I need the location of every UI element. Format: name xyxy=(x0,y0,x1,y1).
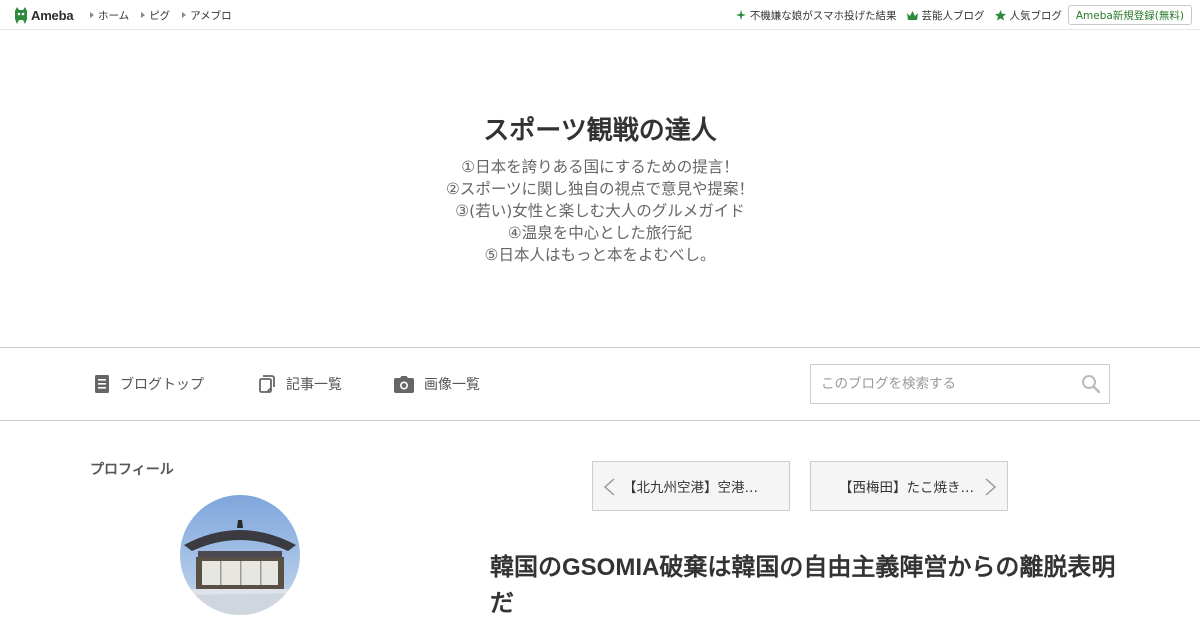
global-header: Ameba ホーム ピグ アメブロ 不機嫌な娘がスマホ投げた結果 芸能人ブログ xyxy=(0,0,1200,30)
nav-article-list[interactable]: 記事一覧 xyxy=(259,348,342,420)
blog-header: スポーツ観戦の達人 ①日本を誇りある国にするための提言！ ②スポーツに関し独自の… xyxy=(0,30,1200,348)
nav-link-label: ホーム xyxy=(98,9,130,22)
profile-avatar[interactable] xyxy=(180,495,300,615)
nav-item-label: 画像一覧 xyxy=(424,377,480,393)
triangle-right-icon xyxy=(141,12,146,18)
document-icon xyxy=(95,375,109,393)
global-nav-right: 不機嫌な娘がスマホ投げた結果 芸能人ブログ 人気ブログ xyxy=(726,0,1062,30)
nav-link-label: アメブロ xyxy=(190,9,232,22)
nav-link-label: 人気ブログ xyxy=(1009,9,1063,22)
crown-icon xyxy=(906,10,918,20)
register-button[interactable]: Ameba新規登録(無料) xyxy=(1067,5,1192,25)
nav-link-label: ピグ xyxy=(149,9,171,22)
nav-item-label: ブログトップ xyxy=(120,377,204,393)
prev-article-label: 【北九州空港】空港… xyxy=(623,480,758,496)
nav-link-popular-blogs[interactable]: 人気ブログ xyxy=(994,8,1063,23)
search-icon[interactable] xyxy=(1081,374,1101,394)
description-line: ⑤日本人はもっと本をよむべし。 xyxy=(484,246,716,264)
nav-link-label: 芸能人ブログ xyxy=(921,9,985,22)
blog-description: ①日本を誇りある国にするための提言！ ②スポーツに関し独自の視点で意見や提案！ … xyxy=(0,156,1200,266)
nav-blog-top[interactable]: ブログトップ xyxy=(94,348,204,420)
nav-link-ameblo[interactable]: アメブロ xyxy=(182,8,232,23)
blog-nav: ブログトップ 記事一覧 画像一覧 xyxy=(0,347,1200,421)
triangle-right-icon xyxy=(90,12,94,18)
nav-link-featured-article[interactable]: 不機嫌な娘がスマホ投げた結果 xyxy=(735,8,897,23)
nav-item-label: 記事一覧 xyxy=(286,377,342,393)
copy-icon xyxy=(259,375,275,393)
nav-link-pigg[interactable]: ピグ xyxy=(141,8,170,23)
description-line: ①日本を誇りある国にするための提言！ xyxy=(461,158,739,176)
next-article-label: 【西梅田】たこ焼き… xyxy=(839,480,974,496)
logo-text: Ameba xyxy=(31,7,74,23)
nav-link-home[interactable]: ホーム xyxy=(90,8,129,23)
nav-image-list[interactable]: 画像一覧 xyxy=(394,348,480,420)
sparkle-icon xyxy=(735,10,746,20)
global-nav-left: ホーム ピグ アメブロ xyxy=(90,0,244,30)
chevron-left-icon xyxy=(603,478,615,496)
shrine-photo xyxy=(180,495,300,615)
description-line: ④温泉を中心とした旅行紀 xyxy=(507,224,693,242)
nav-link-label: 不機嫌な娘がスマホ投げた結果 xyxy=(749,9,897,22)
prev-article-button[interactable]: 【北九州空港】空港… xyxy=(592,461,790,511)
camera-icon xyxy=(394,375,414,393)
search-input[interactable] xyxy=(811,365,1071,403)
next-article-button[interactable]: 【西梅田】たこ焼き… xyxy=(810,461,1008,511)
ameba-mascot-icon xyxy=(15,6,27,24)
description-line: ②スポーツに関し独自の視点で意見や提案！ xyxy=(445,180,755,198)
triangle-right-icon xyxy=(182,12,187,18)
profile-heading: プロフィール xyxy=(90,462,174,478)
nav-link-celebrity-blogs[interactable]: 芸能人ブログ xyxy=(906,8,985,23)
blog-title[interactable]: スポーツ観戦の達人 xyxy=(0,110,1200,147)
ameba-logo[interactable]: Ameba xyxy=(14,6,74,24)
description-line: ③(若い)女性と楽しむ大人のグルメガイド xyxy=(455,202,745,220)
blog-search xyxy=(810,364,1110,404)
article-title[interactable]: 韓国のGSOMIA破棄は韓国の自由主義陣営からの離脱表明だ xyxy=(490,550,1130,622)
chevron-right-icon xyxy=(985,478,997,496)
star-icon xyxy=(994,9,1006,20)
